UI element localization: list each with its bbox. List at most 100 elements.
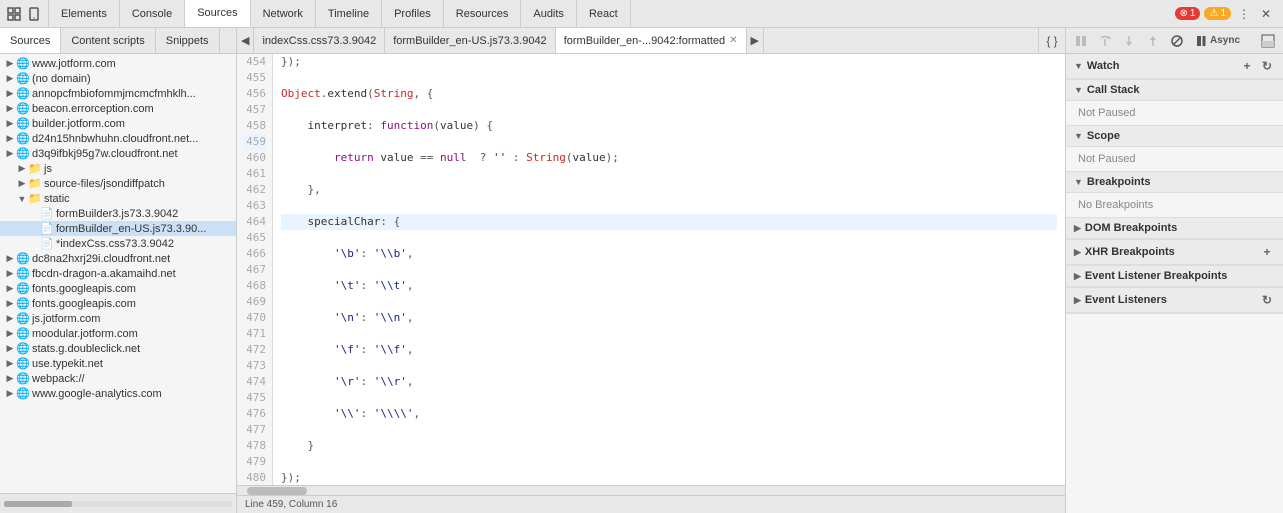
editor-format-button[interactable]: { } (1043, 32, 1061, 50)
dom-breakpoints-section-header[interactable]: ▶ DOM Breakpoints (1066, 218, 1283, 239)
pause-on-exceptions-button[interactable] (1190, 30, 1212, 52)
tree-item-label: dc8na2hxrj29i.cloudfront.net (32, 253, 170, 265)
list-item[interactable]: ▶ 🌐 www.google-analytics.com (0, 386, 236, 401)
list-item[interactable]: 📄 *indexCss.css73.3.9042 (0, 236, 236, 251)
error-icon: ⊗ (1180, 8, 1188, 19)
tab-timeline[interactable]: Timeline (316, 0, 382, 27)
list-item[interactable]: ▶ 🌐 annopcfmbiofommjmcmcfmhklh... (0, 86, 236, 101)
inspect-icon[interactable] (6, 6, 22, 22)
xhr-breakpoints-section-header[interactable]: ▶ XHR Breakpoints + (1066, 240, 1283, 265)
list-item[interactable]: ▶ 🌐 webpack:// (0, 371, 236, 386)
async-toggle-button[interactable]: Async (1214, 30, 1236, 52)
line-numbers: 454 455 456 457 458 459 460 461 462 463 … (237, 54, 273, 485)
list-item[interactable]: ▶ 🌐 use.typekit.net (0, 356, 236, 371)
watch-add-button[interactable]: + (1239, 58, 1255, 74)
sources-bottom-bar (0, 493, 236, 513)
editor-tab-bar: ◀ indexCss.css73.3.9042 formBuilder_en-U… (237, 28, 1065, 54)
list-item[interactable]: ▶ 🌐 dc8na2hxrj29i.cloudfront.net (0, 251, 236, 266)
sources-tab-content-scripts[interactable]: Content scripts (61, 28, 155, 53)
step-over-button[interactable] (1094, 30, 1116, 52)
globe-icon: 🌐 (16, 372, 30, 385)
list-item[interactable]: ▶ 🌐 js.jotform.com (0, 311, 236, 326)
list-item[interactable]: 📄 formBuilder3.js73.3.9042 (0, 206, 236, 221)
sources-tab-bar: Sources Content scripts Snippets (0, 28, 236, 54)
tab-scroll-prev-button[interactable]: ◀ (237, 28, 254, 53)
globe-icon: 🌐 (16, 297, 30, 310)
tab-react[interactable]: React (577, 0, 631, 27)
tree-item-label: www.google-analytics.com (32, 388, 162, 400)
tab-resources[interactable]: Resources (444, 0, 522, 27)
tab-scroll-next-button[interactable]: ▶ (747, 28, 764, 53)
callstack-section-header[interactable]: ▼ Call Stack (1066, 80, 1283, 101)
callstack-section: ▼ Call Stack Not Paused (1066, 80, 1283, 126)
globe-icon: 🌐 (16, 117, 30, 130)
deactivate-breakpoints-button[interactable] (1166, 30, 1188, 52)
list-item[interactable]: ▶ 🌐 fonts.googleapis.com (0, 296, 236, 311)
tab-console[interactable]: Console (120, 0, 185, 27)
editor-tab-formbuilder-source[interactable]: formBuilder_en-US.js73.3.9042 (385, 28, 555, 53)
list-item[interactable]: ▶ 📁 source-files/jsondiffpatch (0, 176, 236, 191)
globe-icon: 🌐 (16, 282, 30, 295)
list-item[interactable]: ▶ 🌐 builder.jotform.com (0, 116, 236, 131)
editor-tab-close-button[interactable]: ✕ (729, 35, 737, 46)
event-listener-breakpoints-header[interactable]: ▶ Event Listener Breakpoints (1066, 266, 1283, 287)
tab-audits[interactable]: Audits (521, 0, 577, 27)
scrollbar-thumb[interactable] (247, 487, 307, 495)
expand-arrow-icon: ▼ (16, 194, 28, 204)
expand-arrow-icon: ▶ (4, 88, 16, 99)
tab-profiles[interactable]: Profiles (382, 0, 444, 27)
file-icon: 📄 (40, 222, 54, 235)
folder-icon: 📁 (28, 177, 42, 190)
expand-arrow-icon: ▶ (4, 283, 16, 294)
list-item[interactable]: ▶ 🌐 d24n15hnbwhuhn.cloudfront.net... (0, 131, 236, 146)
watch-section-header[interactable]: ▼ Watch + ↻ (1066, 54, 1283, 79)
tab-elements[interactable]: Elements (49, 0, 120, 27)
xhr-breakpoints-section: ▶ XHR Breakpoints + (1066, 240, 1283, 266)
code-editor[interactable]: }); Object.extend(String, { interpret: f… (273, 54, 1065, 485)
editor-tab-label: formBuilder_en-US.js73.3.9042 (393, 35, 546, 47)
event-listeners-section: ▶ Event Listeners ↻ (1066, 288, 1283, 314)
error-badge: ⊗ 1 (1175, 7, 1201, 20)
event-listeners-section-header[interactable]: ▶ Event Listeners ↻ (1066, 288, 1283, 313)
tab-sources[interactable]: Sources (185, 0, 250, 27)
list-item[interactable]: ▶ 🌐 stats.g.doubleclick.net (0, 341, 236, 356)
pause-resume-button[interactable] (1070, 30, 1092, 52)
step-out-button[interactable] (1142, 30, 1164, 52)
tree-item-label: formBuilder_en-US.js73.3.90... (56, 223, 206, 235)
settings-icon[interactable]: ⋮ (1235, 5, 1253, 23)
tab-network[interactable]: Network (251, 0, 316, 27)
list-item[interactable]: ▶ 🌐 fbcdn-dragon-a.akamaihd.net (0, 266, 236, 281)
drawer-toggle-button[interactable] (1257, 30, 1279, 52)
folder-icon: 📁 (28, 162, 42, 175)
device-icon[interactable] (26, 6, 42, 22)
breakpoints-section-header[interactable]: ▼ Breakpoints (1066, 172, 1283, 193)
tree-item-label: fonts.googleapis.com (32, 298, 136, 310)
scope-section-header[interactable]: ▼ Scope (1066, 126, 1283, 147)
sources-tree: ▶ 🌐 www.jotform.com ▶ 🌐 (no domain) ▶ 🌐 … (0, 54, 236, 493)
tree-item-label: use.typekit.net (32, 358, 103, 370)
event-listener-breakpoints-label: Event Listener Breakpoints (1085, 270, 1227, 282)
sources-tab-snippets[interactable]: Snippets (156, 28, 220, 53)
list-item[interactable]: ▶ 🌐 beacon.errorception.com (0, 101, 236, 116)
tree-item-label: webpack:// (32, 373, 85, 385)
xhr-breakpoints-add-button[interactable]: + (1259, 244, 1275, 260)
globe-icon: 🌐 (16, 57, 30, 70)
editor-tab-formbuilder-formatted[interactable]: formBuilder_en-...9042:formatted ✕ (556, 28, 747, 53)
list-item[interactable]: ▼ 📁 static (0, 191, 236, 206)
list-item[interactable]: ▶ 🌐 d3q9ifbkj95g7w.cloudfront.net (0, 146, 236, 161)
list-item[interactable]: ▶ 🌐 moodular.jotform.com (0, 326, 236, 341)
list-item[interactable]: ▶ 📁 js (0, 161, 236, 176)
step-into-button[interactable] (1118, 30, 1140, 52)
list-item[interactable]: ▶ 🌐 fonts.googleapis.com (0, 281, 236, 296)
sources-tab-sources[interactable]: Sources (0, 28, 61, 53)
expand-arrow-icon: ▶ (4, 148, 16, 159)
list-item[interactable]: 📄 formBuilder_en-US.js73.3.90... (0, 221, 236, 236)
list-item[interactable]: ▶ 🌐 www.jotform.com (0, 56, 236, 71)
close-icon[interactable]: ✕ (1257, 5, 1275, 23)
horizontal-scrollbar[interactable] (237, 485, 1065, 495)
event-listeners-refresh-button[interactable]: ↻ (1259, 292, 1275, 308)
watch-refresh-button[interactable]: ↻ (1259, 58, 1275, 74)
editor-tab-indexcss[interactable]: indexCss.css73.3.9042 (254, 28, 385, 53)
list-item[interactable]: ▶ 🌐 (no domain) (0, 71, 236, 86)
watch-section-label: Watch (1087, 60, 1120, 72)
